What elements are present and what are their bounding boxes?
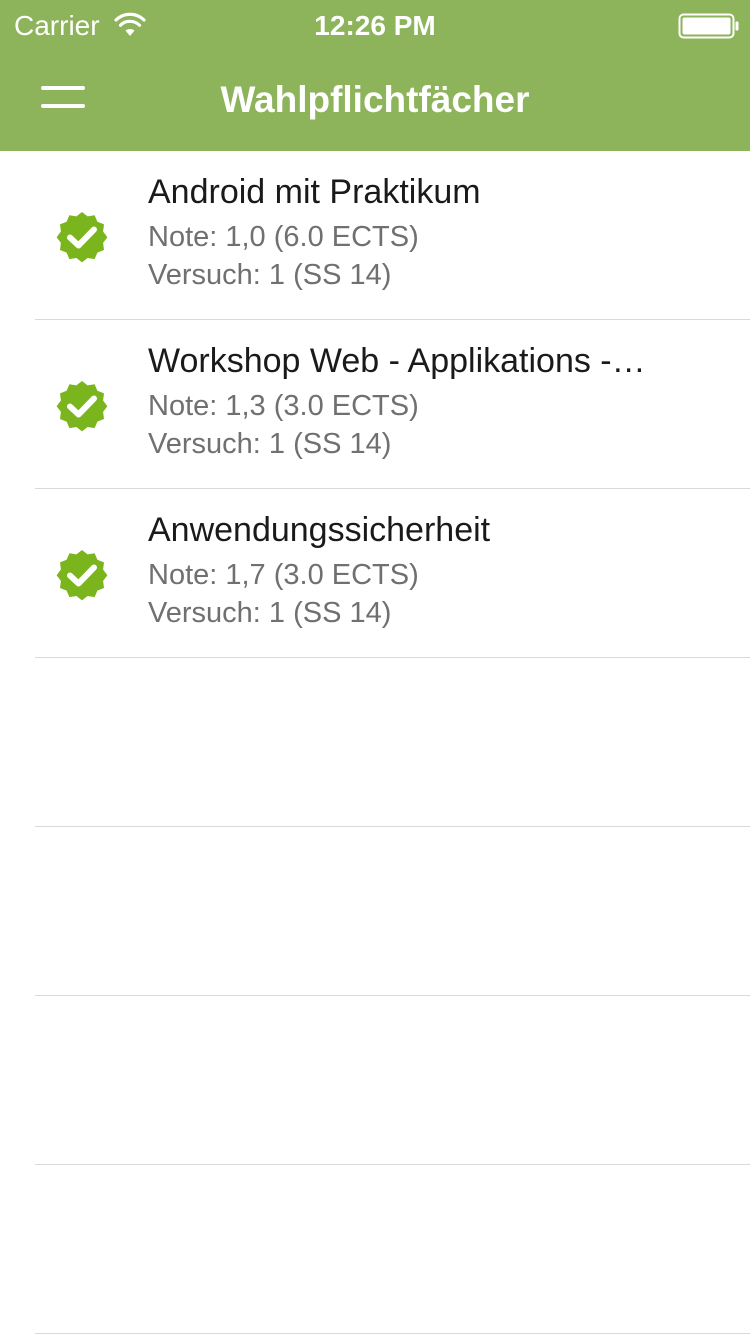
page-title: Wahlpflichtfächer	[220, 79, 530, 120]
check-badge-icon	[56, 381, 108, 432]
empty-list-row	[35, 827, 750, 996]
course-attempt: Versuch: 1 (SS 14)	[148, 259, 392, 291]
course-grade: Note: 1,0 (6.0 ECTS)	[148, 221, 419, 253]
course-row[interactable]: Workshop Web - Applikations -… Note: 1,3…	[35, 320, 750, 489]
course-grade: Note: 1,3 (3.0 ECTS)	[148, 390, 419, 422]
empty-list-row	[35, 658, 750, 827]
app-header: Carrier 12:26 PM Wahlpflichtfächer	[0, 0, 750, 151]
empty-list-row	[35, 996, 750, 1165]
course-title: Android mit Praktikum	[148, 173, 481, 211]
check-badge-icon	[56, 550, 108, 601]
course-title: Workshop Web - Applikations -…	[148, 342, 646, 380]
course-title: Anwendungssicherheit	[148, 511, 491, 549]
status-time: 12:26 PM	[314, 10, 436, 41]
empty-list-row	[35, 1165, 750, 1334]
battery-icon	[678, 13, 739, 39]
course-attempt: Versuch: 1 (SS 14)	[148, 597, 392, 629]
navigation-bar: Wahlpflichtfächer	[0, 52, 750, 151]
course-grade: Note: 1,7 (3.0 ECTS)	[148, 559, 419, 591]
course-row[interactable]: Android mit Praktikum Note: 1,0 (6.0 ECT…	[35, 151, 750, 320]
course-attempt: Versuch: 1 (SS 14)	[148, 428, 392, 460]
course-list: Android mit Praktikum Note: 1,0 (6.0 ECT…	[0, 151, 750, 1334]
status-bar: Carrier 12:26 PM	[0, 0, 750, 52]
check-badge-icon	[56, 212, 108, 263]
course-row[interactable]: Anwendungssicherheit Note: 1,7 (3.0 ECTS…	[35, 489, 750, 658]
